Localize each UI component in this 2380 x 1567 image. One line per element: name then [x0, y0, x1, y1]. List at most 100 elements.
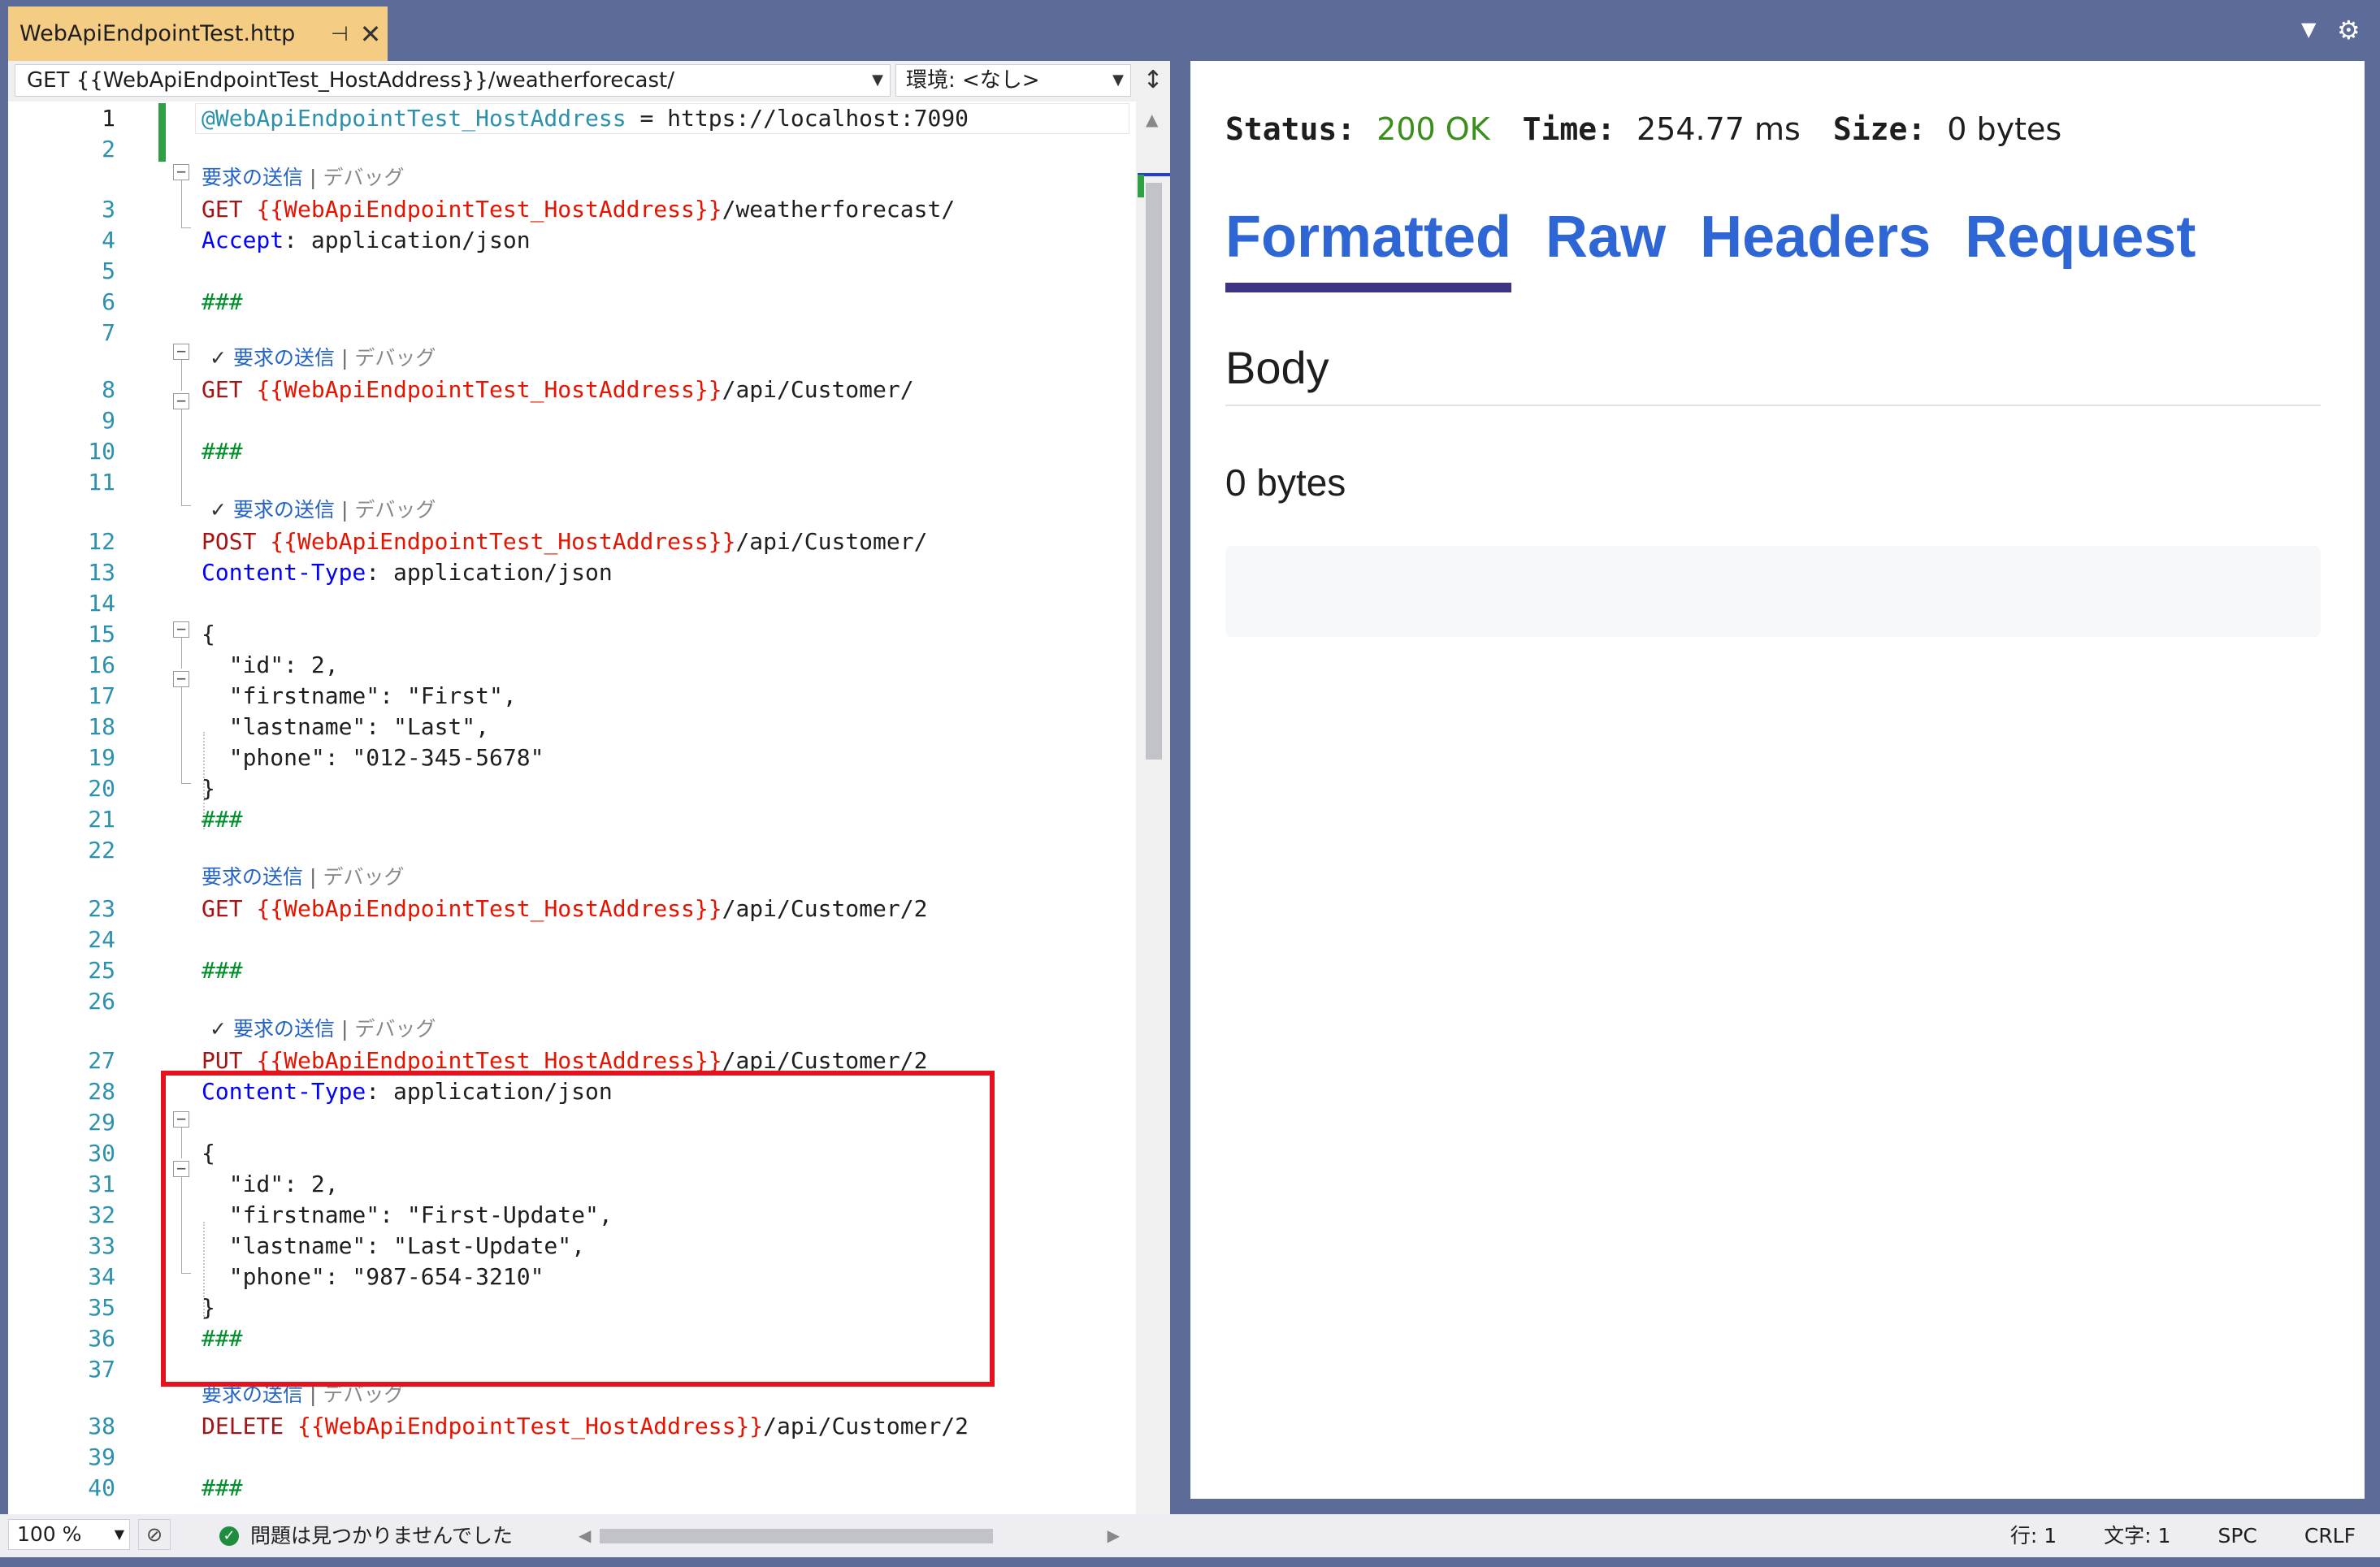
code-line-10[interactable]: ###: [202, 436, 243, 467]
check-icon: ✓: [210, 346, 227, 370]
code-line-13[interactable]: Content-Type: application/json: [202, 557, 613, 588]
debug-link[interactable]: デバッグ: [354, 346, 436, 370]
http-method: GET: [202, 196, 257, 223]
line-number: 36: [88, 1325, 115, 1352]
code-line-19[interactable]: "phone": "012-345-5678": [202, 742, 544, 773]
fold-toggle[interactable]: −: [173, 621, 189, 638]
code-line-32[interactable]: "firstname": "First-Update",: [202, 1200, 613, 1231]
scroll-right-icon[interactable]: ▶: [1108, 1522, 1120, 1548]
debug-link[interactable]: デバッグ: [354, 498, 436, 522]
line-number: 4: [102, 227, 115, 253]
send-request-link[interactable]: 要求の送信: [233, 498, 335, 522]
fold-toggle[interactable]: −: [173, 1160, 189, 1177]
send-request-link[interactable]: 要求の送信: [202, 166, 303, 189]
code-line-3[interactable]: GET {{WebApiEndpointTest_HostAddress}}/w…: [202, 194, 955, 225]
whitespace-indicator[interactable]: SPC: [2217, 1514, 2256, 1557]
scroll-up-icon[interactable]: ▲: [1146, 110, 1158, 129]
codelens-request-2: ✓ 要求の送信 | デバッグ: [210, 346, 436, 370]
fold-guide-end: [181, 783, 191, 784]
code-line-18[interactable]: "lastname": "Last",: [202, 712, 489, 742]
tab-request[interactable]: Request: [1965, 203, 2196, 292]
debug-link[interactable]: デバッグ: [323, 1383, 404, 1406]
request-selector[interactable]: GET {{WebApiEndpointTest_HostAddress}}/w…: [15, 64, 891, 97]
codelens-separator: |: [310, 166, 317, 189]
code-line-16[interactable]: "id": 2,: [202, 650, 339, 681]
fold-toggle[interactable]: −: [173, 343, 189, 360]
fold-toggle[interactable]: −: [173, 1110, 189, 1128]
codelens-request-3: ✓ 要求の送信 | デバッグ: [210, 498, 436, 522]
code-line-38[interactable]: DELETE {{WebApiEndpointTest_HostAddress}…: [202, 1411, 969, 1442]
http-method: GET: [202, 376, 257, 403]
header-value: : application/json: [366, 1078, 613, 1105]
code-line-20[interactable]: }: [202, 773, 215, 804]
line-ending-indicator[interactable]: CRLF: [2304, 1514, 2356, 1557]
size-value: 0 bytes: [1947, 111, 2062, 147]
code-line-4[interactable]: Accept: application/json: [202, 225, 531, 256]
code-line-17[interactable]: "firstname": "First",: [202, 681, 517, 712]
environment-selector[interactable]: 環境: <なし> ▼: [895, 64, 1131, 97]
code-line-34[interactable]: "phone": "987-654-3210": [202, 1262, 544, 1292]
line-indicator[interactable]: 行: 1: [2010, 1514, 2057, 1557]
code-line-12[interactable]: POST {{WebApiEndpointTest_HostAddress}}/…: [202, 526, 927, 557]
line-number: 15: [88, 621, 115, 647]
code-line-30[interactable]: {: [202, 1138, 215, 1169]
code-line-6[interactable]: ###: [202, 287, 243, 318]
tab-list-dropdown-icon[interactable]: ▼: [2301, 18, 2316, 41]
scroll-left-icon[interactable]: ◀: [579, 1522, 591, 1548]
debug-link[interactable]: デバッグ: [354, 1017, 436, 1041]
code-line-28[interactable]: Content-Type: application/json: [202, 1076, 613, 1107]
send-request-link[interactable]: 要求の送信: [202, 1383, 303, 1406]
send-request-link[interactable]: 要求の送信: [233, 346, 335, 370]
tab-formatted[interactable]: Formatted: [1225, 203, 1512, 292]
fold-toggle[interactable]: −: [173, 163, 189, 180]
line-number: 17: [88, 682, 115, 709]
send-request-link[interactable]: 要求の送信: [202, 865, 303, 889]
document-tab[interactable]: WebApiEndpointTest.http ⊣ ✕: [8, 6, 388, 61]
request-path: /api/Customer/2: [722, 895, 928, 922]
fold-toggle[interactable]: −: [173, 392, 189, 409]
debug-link[interactable]: デバッグ: [323, 865, 404, 889]
issues-indicator[interactable]: ✓ 問題は見つかりませんでした: [219, 1514, 513, 1557]
request-path: /api/Customer/: [722, 376, 914, 403]
horizontal-scrollbar[interactable]: ◀ ▶: [575, 1522, 1120, 1548]
scrollbar-thumb[interactable]: [1146, 183, 1162, 760]
debug-link[interactable]: デバッグ: [323, 166, 404, 189]
line-number: 38: [88, 1413, 115, 1439]
response-body-content[interactable]: [1225, 546, 2321, 637]
gear-icon[interactable]: ⚙: [2337, 15, 2360, 45]
column-indicator[interactable]: 文字: 1: [2104, 1514, 2170, 1557]
tab-headers[interactable]: Headers: [1700, 203, 1931, 292]
code-line-27[interactable]: PUT {{WebApiEndpointTest_HostAddress}}/a…: [202, 1045, 927, 1076]
code-line-35[interactable]: }: [202, 1292, 215, 1323]
code-line-40[interactable]: ###: [202, 1473, 243, 1504]
tab-raw[interactable]: Raw: [1545, 203, 1666, 292]
line-number: 31: [88, 1171, 115, 1197]
code-line-31[interactable]: "id": 2,: [202, 1169, 339, 1200]
code-line-1[interactable]: @WebApiEndpointTest_HostAddress = https:…: [202, 103, 969, 134]
split-view-icon[interactable]: ↕: [1139, 64, 1167, 97]
pin-icon[interactable]: ⊣: [326, 22, 353, 45]
codelens-separator: |: [340, 1017, 349, 1041]
codelens-separator: |: [310, 1383, 317, 1406]
line-number: 29: [88, 1109, 115, 1136]
zoom-selector[interactable]: 100 % ▼: [8, 1519, 130, 1550]
code-line-8[interactable]: GET {{WebApiEndpointTest_HostAddress}}/a…: [202, 374, 914, 405]
code-line-21[interactable]: ###: [202, 804, 243, 835]
line-number: 11: [88, 469, 115, 496]
code-cleanup-icon[interactable]: ⊘: [138, 1519, 171, 1550]
code-line-15[interactable]: {: [202, 619, 215, 650]
close-icon[interactable]: ✕: [353, 19, 388, 50]
line-number: 24: [88, 926, 115, 953]
code-line-33[interactable]: "lastname": "Last-Update",: [202, 1231, 585, 1262]
send-request-link[interactable]: 要求の送信: [233, 1017, 335, 1041]
line-number: 39: [88, 1444, 115, 1470]
fold-guide: [181, 1128, 182, 1158]
vertical-scrollbar[interactable]: ▲ ▼: [1136, 102, 1170, 1557]
line-number: 6: [102, 288, 115, 315]
size-label: Size:: [1832, 111, 1927, 147]
fold-toggle[interactable]: −: [173, 670, 189, 687]
code-line-23[interactable]: GET {{WebApiEndpointTest_HostAddress}}/a…: [202, 894, 927, 924]
horizontal-scrollbar-thumb[interactable]: [600, 1529, 993, 1543]
code-line-25[interactable]: ###: [202, 955, 243, 986]
code-line-36[interactable]: ###: [202, 1323, 243, 1354]
